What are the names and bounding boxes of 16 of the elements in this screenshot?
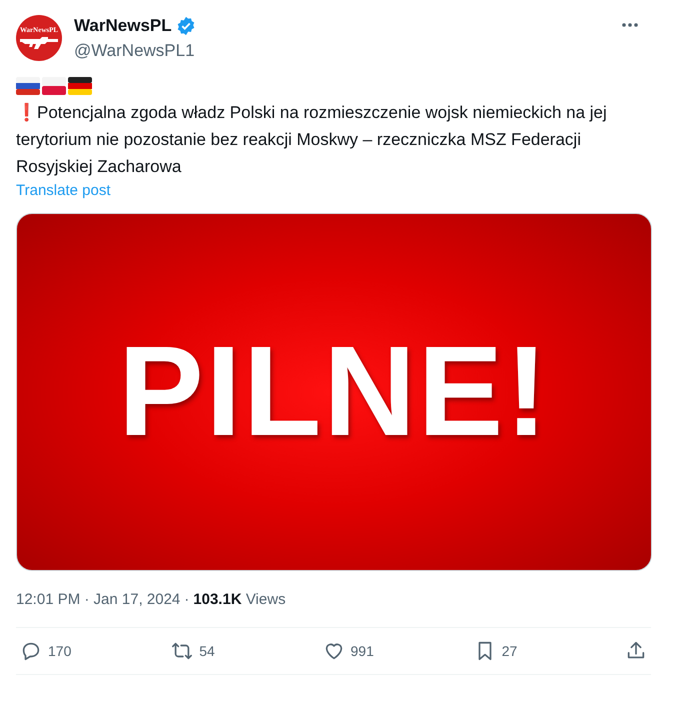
image-headline: PILNE!	[118, 328, 550, 456]
post-timestamp[interactable]: 12:01 PM · Jan 17, 2024	[16, 591, 180, 608]
repost-arrows-icon	[171, 640, 194, 662]
repost-button[interactable]: 54	[171, 640, 252, 662]
more-icon[interactable]	[621, 22, 639, 28]
like-button[interactable]: 991	[322, 640, 402, 662]
author-handle[interactable]: @WarNewsPL1	[74, 41, 609, 61]
rifle-icon	[19, 36, 59, 50]
post-image[interactable]: PILNE!	[16, 213, 652, 571]
speech-bubble-icon	[20, 640, 42, 662]
author-name[interactable]: WarNewsPL	[74, 16, 172, 36]
separator-dot: ·	[184, 591, 190, 608]
reply-button[interactable]: 170	[20, 640, 100, 662]
bookmark-button[interactable]: 27	[474, 640, 554, 662]
post-text: ❗Potencjalna zgoda władz Polski na rozmieszczenie wojsk niemieckich na jej terytorium nie pozostanie bez reakcji Moskwy – rzeczniczka MSZ Federacji Rosyjskiej Zacharowa	[16, 102, 608, 178]
view-count[interactable]: 103.1K Views	[193, 591, 286, 608]
